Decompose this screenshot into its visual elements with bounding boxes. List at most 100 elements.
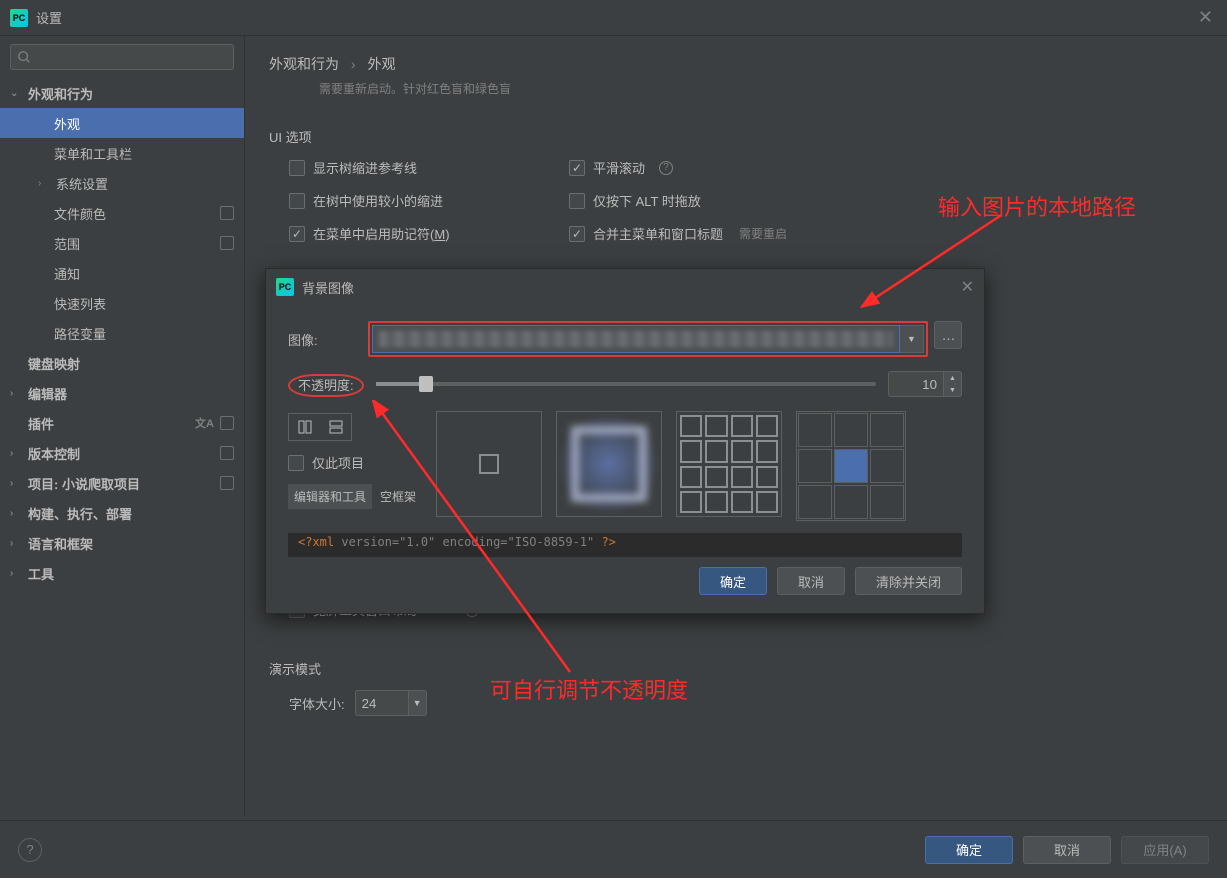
info-icon[interactable]: ? (659, 161, 673, 175)
checkbox-icon[interactable] (289, 226, 305, 242)
ok-button[interactable]: 确定 (925, 836, 1013, 864)
sidebar: ⌄外观和行为外观菜单和工具栏›系统设置文件颜色范围通知快速列表路径变量键盘映射›… (0, 36, 245, 816)
checkbox-icon[interactable] (569, 160, 585, 176)
search-input[interactable] (10, 44, 234, 70)
project-scope-icon (220, 446, 234, 460)
chevron-right-icon[interactable]: › (10, 508, 22, 519)
sidebar-item[interactable]: 路径变量 (0, 318, 244, 348)
checkbox-this-project[interactable]: 仅此项目 (288, 453, 422, 472)
checkbox-label: 合并主菜单和窗口标题 (593, 224, 723, 243)
help-button[interactable]: ? (18, 838, 42, 862)
chevron-right-icon[interactable]: › (10, 568, 22, 579)
checkbox-tree-indent[interactable]: 显示树缩进参考线 (289, 158, 569, 177)
close-icon[interactable]: ✕ (1194, 3, 1217, 32)
sidebar-item[interactable]: ›构建、执行、部署 (0, 498, 244, 528)
font-size-field[interactable] (355, 690, 409, 716)
browse-button[interactable]: … (934, 321, 962, 349)
chevron-up-icon[interactable]: ▲ (944, 372, 961, 384)
annotation-highlight: 不透明度: (288, 374, 364, 397)
sidebar-item-label: 文件颜色 (54, 204, 106, 223)
dropdown-icon[interactable]: ▼ (900, 325, 924, 353)
checkbox-alt-drag[interactable]: 仅按下 ALT 时拖放 (569, 191, 787, 210)
sidebar-item-label: 插件 (28, 414, 54, 433)
checkbox-label: 仅此项目 (312, 453, 364, 472)
checkbox-icon[interactable] (569, 193, 585, 209)
image-path-input[interactable] (372, 325, 900, 353)
sidebar-item-label: 语言和框架 (28, 534, 93, 553)
chevron-right-icon[interactable]: › (10, 538, 22, 549)
checkbox-icon[interactable] (289, 160, 305, 176)
sidebar-item[interactable]: › 编辑器 (0, 378, 244, 408)
sidebar-item[interactable]: 键盘映射 (0, 348, 244, 378)
sidebar-item[interactable]: 外观 (0, 108, 244, 138)
scope-tabs: 编辑器和工具 空框架 (288, 484, 422, 509)
checkbox-smooth-scroll[interactable]: 平滑滚动? (569, 158, 787, 177)
slider-thumb[interactable] (419, 376, 433, 392)
checkbox-merge-menu[interactable]: 合并主菜单和窗口标题需要重启 (569, 224, 787, 243)
checkbox-icon[interactable] (289, 193, 305, 209)
sidebar-item[interactable]: 通知 (0, 258, 244, 288)
checkbox-icon[interactable] (288, 455, 304, 471)
checkbox-icon[interactable] (569, 226, 585, 242)
font-size-input[interactable]: ▼ (355, 690, 427, 716)
sidebar-item[interactable]: 文件颜色 (0, 198, 244, 228)
chevron-right-icon[interactable]: › (10, 448, 22, 459)
content-pane: 外观和行为 › 外观 需要重新启动。针对红色盲和绿色盲 UI 选项 显示树缩进参… (245, 36, 1227, 816)
flip-toggle[interactable] (288, 413, 352, 441)
sidebar-item-label: 快速列表 (54, 294, 106, 313)
search-icon (17, 50, 31, 64)
preview-tile[interactable] (676, 411, 782, 517)
project-scope-icon (220, 416, 234, 430)
checkbox-label: 在树中使用较小的缩进 (313, 191, 443, 210)
breadcrumb-separator: › (351, 56, 356, 72)
spinner[interactable]: ▲▼ (944, 371, 962, 397)
sidebar-item[interactable]: ›版本控制 (0, 438, 244, 468)
sidebar-item[interactable]: 菜单和工具栏 (0, 138, 244, 168)
sidebar-item-label: 编辑器 (28, 384, 67, 403)
sidebar-item-label: 系统设置 (56, 174, 108, 193)
breadcrumb-section[interactable]: 外观和行为 (269, 56, 339, 72)
sidebar-item[interactable]: ›工具 (0, 558, 244, 588)
page-subtext: 需要重新启动。针对红色盲和绿色盲 (319, 80, 1203, 97)
opacity-slider[interactable] (376, 382, 876, 386)
settings-tree: ⌄外观和行为外观菜单和工具栏›系统设置文件颜色范围通知快速列表路径变量键盘映射›… (0, 78, 244, 816)
section-presentation: 演示模式 (269, 659, 1203, 678)
sidebar-item[interactable]: › 项目: 小说爬取项目 (0, 468, 244, 498)
sidebar-item[interactable]: ⌄外观和行为 (0, 78, 244, 108)
project-scope-icon (220, 236, 234, 250)
anchor-grid[interactable] (796, 411, 906, 521)
cancel-button[interactable]: 取消 (777, 567, 845, 595)
tab-empty-frame[interactable]: 空框架 (374, 484, 422, 509)
preview-scale[interactable] (556, 411, 662, 517)
sidebar-item[interactable]: 快速列表 (0, 288, 244, 318)
chevron-right-icon[interactable]: › (10, 388, 22, 399)
dropdown-icon[interactable]: ▼ (409, 690, 427, 716)
clear-close-button[interactable]: 清除并关闭 (855, 567, 962, 595)
titlebar: PC 设置 ✕ (0, 0, 1227, 36)
chevron-right-icon[interactable]: › (38, 178, 50, 189)
chevron-right-icon[interactable]: › (10, 478, 22, 489)
restart-hint: 需要重启 (739, 225, 787, 242)
opacity-value-input[interactable] (888, 371, 944, 397)
opacity-label: 不透明度: (288, 375, 368, 394)
sidebar-item[interactable]: 范围 (0, 228, 244, 258)
checkbox-mnemonics[interactable]: 在菜单中启用助记符(M) (289, 224, 569, 243)
flip-vertical-icon[interactable] (320, 414, 351, 440)
flip-horizontal-icon[interactable] (289, 414, 320, 440)
sidebar-item-label: 项目: 小说爬取项目 (28, 474, 140, 493)
tab-editor[interactable]: 编辑器和工具 (288, 484, 372, 509)
ok-button[interactable]: 确定 (699, 567, 767, 595)
close-icon[interactable]: ✕ (961, 277, 974, 297)
dialog-title: 背景图像 (302, 278, 354, 297)
preview-plain[interactable] (436, 411, 542, 517)
checkbox-small-indent[interactable]: 在树中使用较小的缩进 (289, 191, 569, 210)
sidebar-item[interactable]: › 系统设置 (0, 168, 244, 198)
background-image-dialog: PC 背景图像 ✕ 图像: ▼ … 不透明度: (265, 268, 985, 614)
cancel-button[interactable]: 取消 (1023, 836, 1111, 864)
apply-button[interactable]: 应用(A) (1121, 836, 1209, 864)
sidebar-item[interactable]: 插件文A (0, 408, 244, 438)
chevron-down-icon[interactable]: ▼ (944, 384, 961, 396)
chevron-down-icon[interactable]: ⌄ (10, 88, 22, 99)
sidebar-item[interactable]: › 语言和框架 (0, 528, 244, 558)
breadcrumb: 外观和行为 › 外观 (269, 54, 1203, 74)
